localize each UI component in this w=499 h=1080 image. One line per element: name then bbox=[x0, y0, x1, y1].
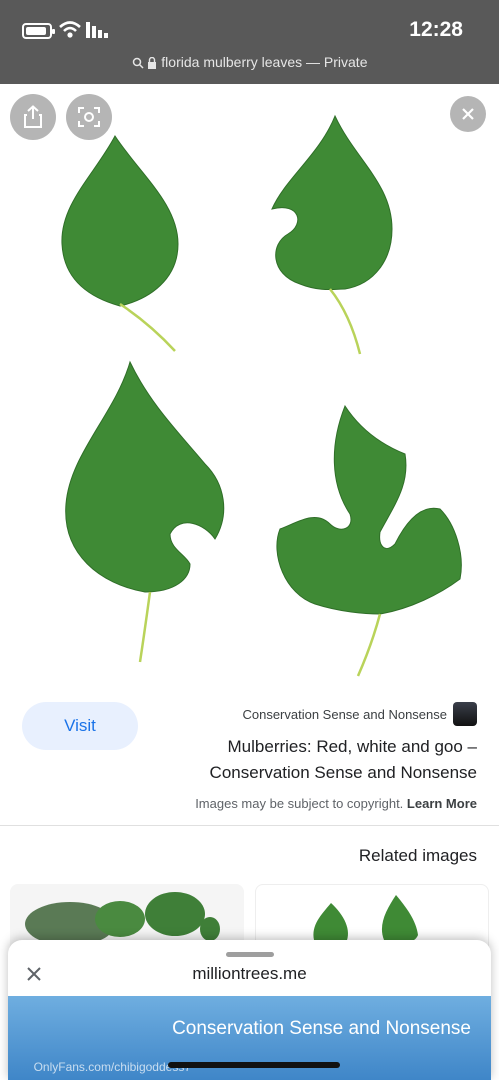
source-name: Conservation Sense and Nonsense bbox=[242, 706, 447, 722]
copyright-text: Images may be subject to copyright. bbox=[195, 796, 404, 811]
visit-button[interactable]: Visit bbox=[22, 702, 138, 750]
result-info-panel: Conservation Sense and Nonsense Visit Mu… bbox=[0, 680, 499, 826]
site-banner-title: Conservation Sense and Nonsense bbox=[172, 1018, 471, 1039]
source-favicon-icon bbox=[453, 702, 477, 726]
battery-icon bbox=[22, 23, 55, 39]
close-icon bbox=[462, 108, 474, 120]
share-icon bbox=[24, 105, 42, 128]
wifi-icon bbox=[59, 21, 81, 38]
bottom-sheet[interactable]: milliontrees.me Conservation Sense and N… bbox=[8, 940, 491, 1080]
signal-bars-icon bbox=[86, 22, 108, 38]
clock: 12:28 bbox=[409, 18, 463, 41]
result-title[interactable]: Mulberries: Red, white and goo – Conserv… bbox=[157, 734, 477, 786]
lens-icon bbox=[78, 107, 100, 127]
search-icon bbox=[132, 58, 144, 69]
source-row[interactable]: Conservation Sense and Nonsense bbox=[242, 702, 477, 726]
share-button[interactable] bbox=[10, 94, 56, 140]
address-text: florida mulberry leaves — Private bbox=[161, 54, 368, 70]
copyright-notice: Images may be subject to copyright. Lear… bbox=[195, 796, 477, 811]
image-viewer[interactable] bbox=[0, 84, 499, 680]
watermark-text: OnlyFans.com/chibigoddess7 bbox=[33, 1060, 191, 1074]
learn-more-link[interactable]: Learn More bbox=[407, 796, 477, 811]
sheet-drag-handle[interactable] bbox=[226, 952, 274, 957]
sheet-domain: milliontrees.me bbox=[192, 964, 307, 983]
lens-button[interactable] bbox=[66, 94, 112, 140]
related-images-heading: Related images bbox=[358, 846, 477, 865]
lock-icon bbox=[148, 57, 157, 70]
address-bar[interactable]: florida mulberry leaves — Private bbox=[0, 54, 499, 70]
mulberry-leaves-image bbox=[61, 114, 462, 677]
close-viewer-button[interactable] bbox=[450, 96, 486, 132]
home-indicator[interactable] bbox=[168, 1062, 340, 1068]
status-bar: 12:28 florida mulberry leaves — Private bbox=[0, 0, 499, 84]
